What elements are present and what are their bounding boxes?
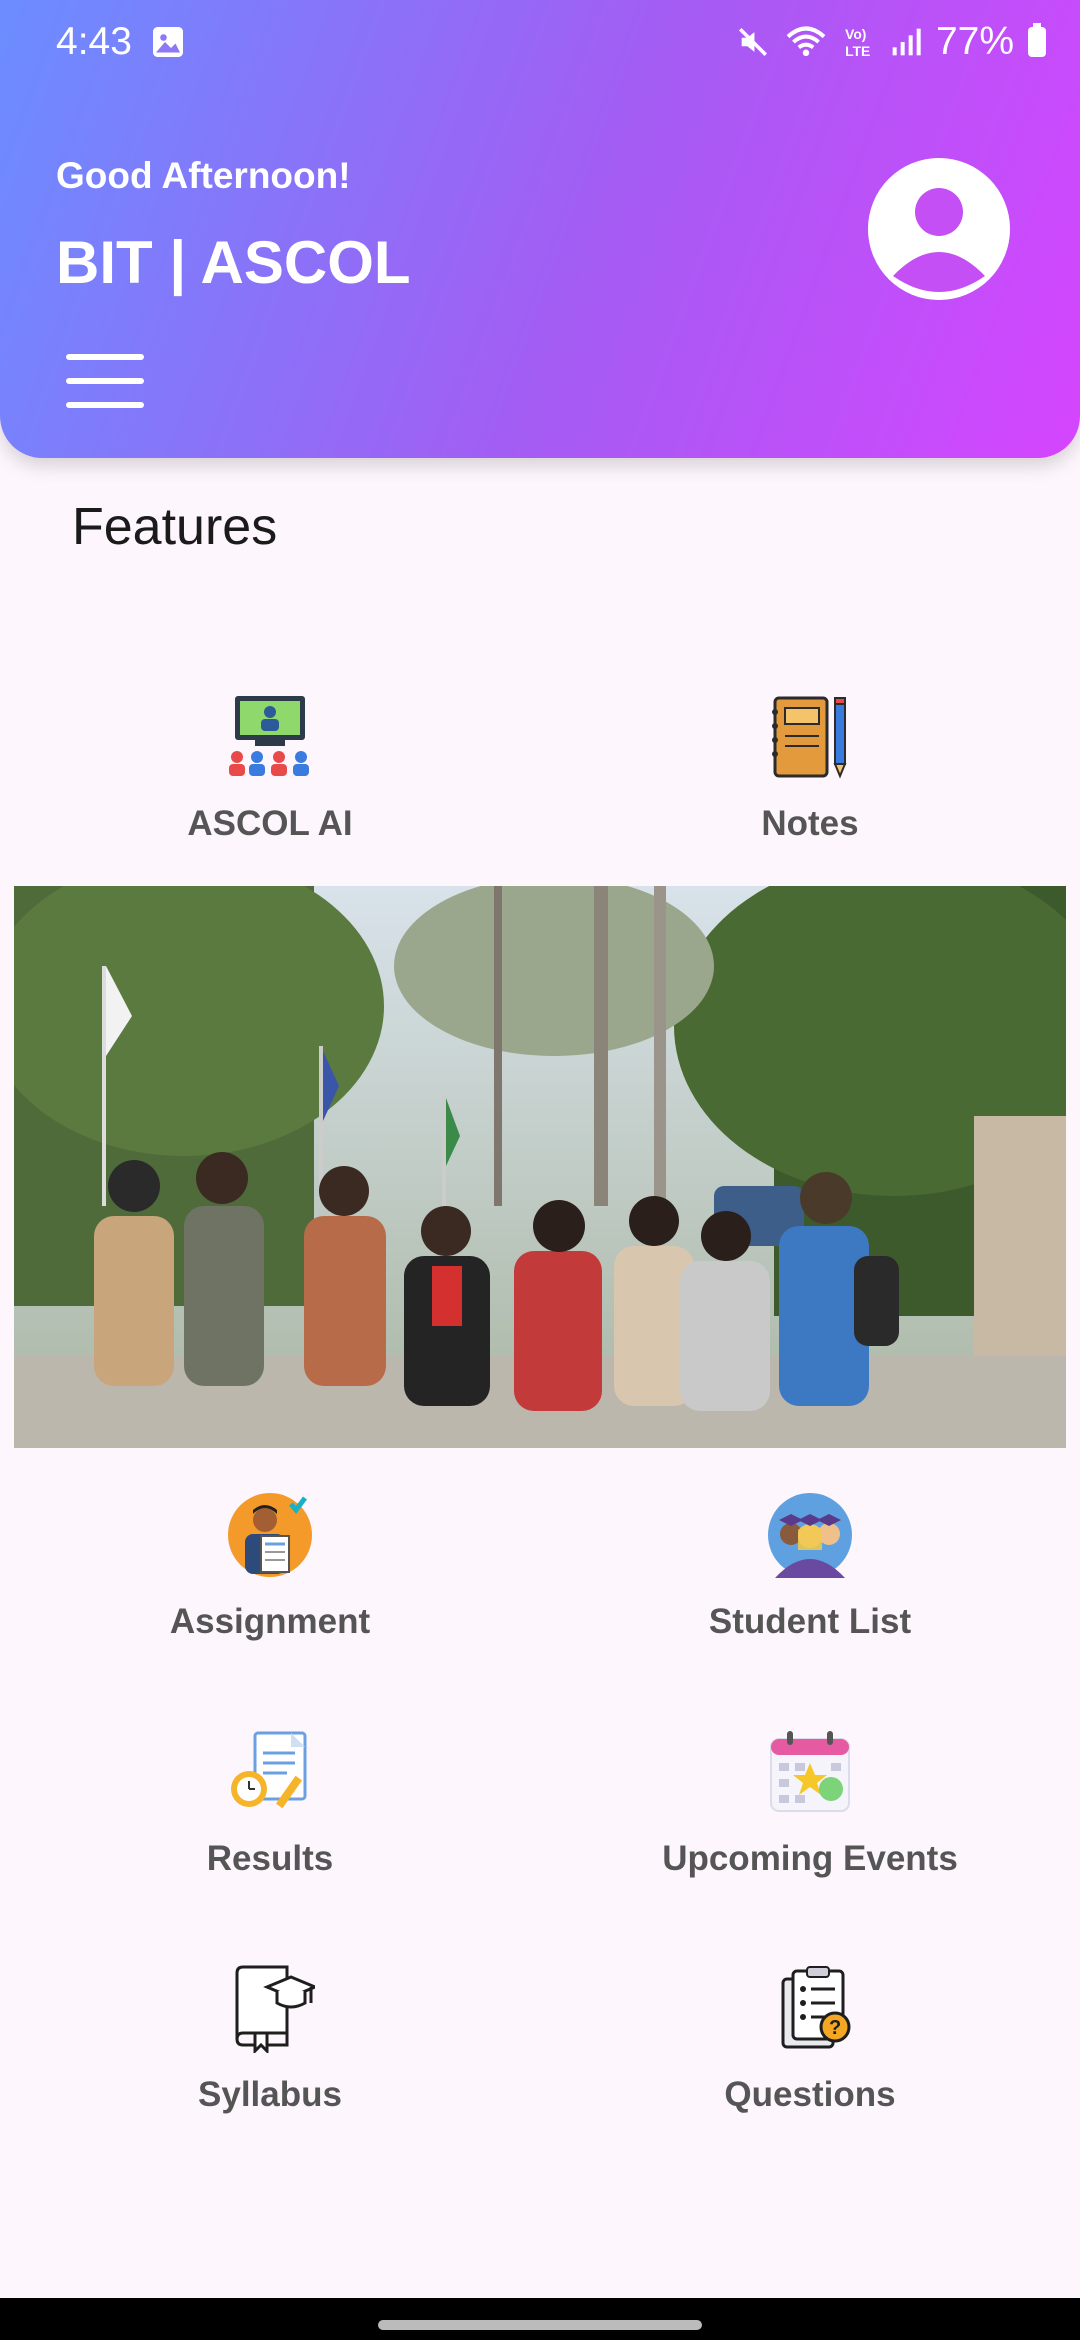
gallery-icon [153,27,183,57]
user-icon [868,158,1010,300]
mute-icon [738,27,767,57]
status-bar: 4:43 Vo) LTE 77% [0,0,1080,88]
assignment-icon [228,1493,312,1577]
syllabus-icon [235,1965,315,2053]
feature-notes[interactable]: Notes [540,692,1080,844]
feature-label: Syllabus [198,2075,342,2114]
students-icon [768,1493,852,1578]
signal-icon [892,28,921,56]
calendar-icon [770,1731,850,1812]
feature-label: Notes [761,804,859,843]
status-icons: Vo) LTE 77% [736,20,1046,64]
feature-label: Upcoming Events [662,1839,958,1878]
feature-assignment[interactable]: Assignment [0,1490,540,1642]
feature-results[interactable]: Results [0,1727,540,1879]
status-time: 4:43 [56,20,132,63]
results-icon [231,1731,307,1809]
profile-avatar[interactable] [868,158,1010,300]
features-heading: Features [72,498,278,556]
app-header: 4:43 Vo) LTE 77% Good Afternoon! BIT | A… [0,0,1080,458]
classroom-icon [229,696,309,776]
app-screen: 4:43 Vo) LTE 77% Good Afternoon! BIT | A… [0,0,1080,2340]
feature-label: Assignment [169,1602,371,1641]
questions-icon: ? [781,1966,851,2049]
feature-ascol-ai[interactable]: ASCOL AI [0,692,540,844]
app-title: BIT | ASCOL [56,229,411,296]
feature-student-list[interactable]: Student List [540,1490,1080,1642]
svg-text:Vo): Vo) [845,26,866,42]
battery-icon [1028,23,1046,57]
svg-text:?: ? [829,2017,841,2039]
feature-label: ASCOL AI [187,804,353,843]
group-photo-image [14,886,1066,1448]
svg-text:LTE: LTE [845,43,870,59]
home-gesture-pill[interactable] [378,2320,702,2330]
hamburger-menu-icon[interactable] [66,354,144,408]
feature-label: Questions [724,2075,896,2114]
notebook-icon [772,696,847,779]
group-photo-banner [14,886,1066,1448]
battery-percent: 77% [935,20,1014,63]
feature-label: Results [206,1839,334,1878]
wifi-icon [786,26,826,57]
greeting-text: Good Afternoon! [56,155,351,196]
feature-upcoming-events[interactable]: Upcoming Events [540,1727,1080,1879]
navigation-bar [0,2298,1080,2340]
feature-questions[interactable]: ? Questions [540,1963,1080,2115]
feature-label: Student List [708,1602,912,1641]
feature-syllabus[interactable]: Syllabus [0,1963,540,2115]
volte-icon: Vo) LTE [845,26,870,59]
